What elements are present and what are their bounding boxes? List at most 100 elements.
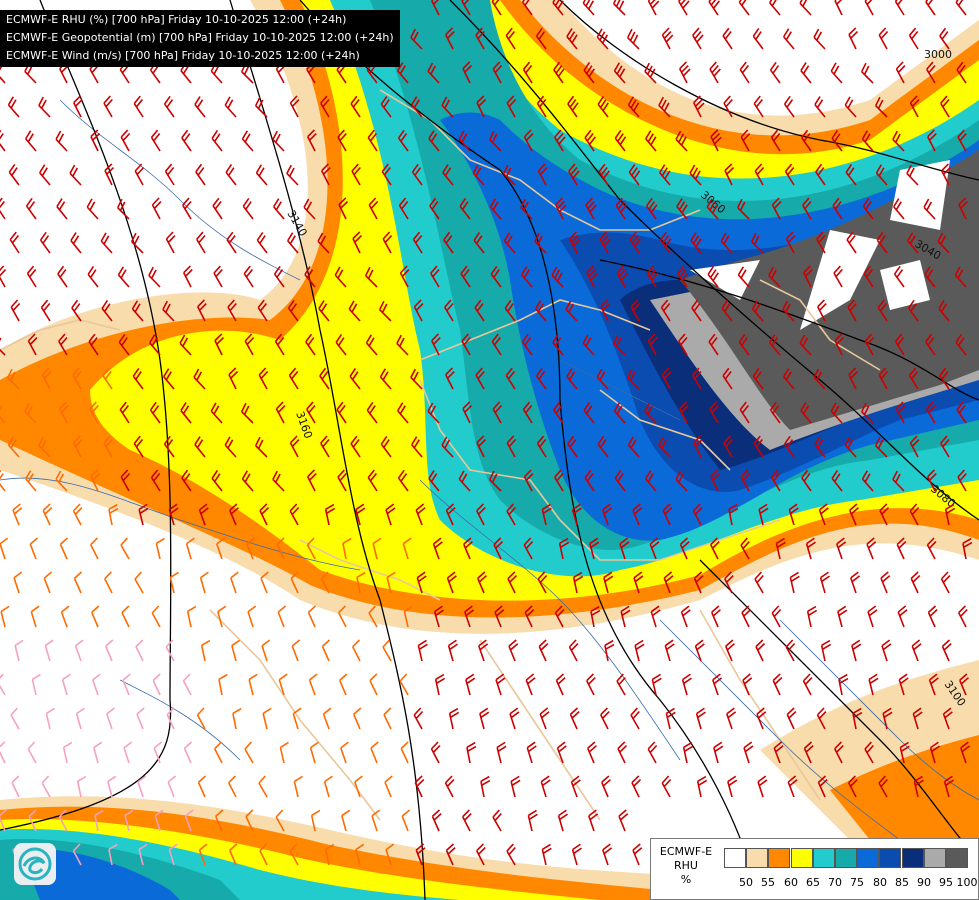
wind-barb-icon — [183, 265, 193, 288]
wind-barb-icon — [478, 639, 489, 662]
provider-logo-icon — [14, 843, 56, 885]
wind-barb-icon — [194, 96, 206, 118]
wind-barb-icon — [0, 673, 6, 696]
legend-tick: 80 — [873, 876, 887, 889]
wind-barb-icon — [881, 639, 892, 662]
wind-barb-icon — [894, 0, 905, 16]
wind-barb-icon — [508, 639, 519, 662]
wind-barb-icon — [322, 707, 332, 730]
wind-barb-icon — [509, 707, 520, 730]
wind-barb-icon — [631, 775, 642, 798]
wind-barb-icon — [107, 775, 117, 798]
legend-tick: 65 — [806, 876, 820, 889]
wind-barb-icon — [586, 673, 596, 696]
wind-barb-icon — [539, 707, 550, 730]
legend-swatch — [901, 848, 924, 868]
wind-barb-icon — [413, 707, 424, 730]
wind-barb-icon — [75, 707, 85, 730]
title-line-wind: ECMWF-E Wind (m/s) [700 hPa] Friday 10-1… — [6, 49, 360, 62]
wind-barb-icon — [353, 707, 362, 730]
wind-barb-icon — [941, 639, 952, 662]
wind-barb-icon — [384, 775, 393, 798]
wind-barb-icon — [277, 605, 287, 628]
wind-barb-icon — [55, 130, 68, 152]
wind-barb-icon — [106, 707, 115, 730]
wind-barb-icon — [479, 707, 490, 730]
wind-barb-icon — [293, 775, 303, 798]
wind-barb-icon — [819, 571, 830, 594]
wind-barb-icon — [525, 673, 536, 696]
legend-title: ECMWF-E RHU % — [653, 845, 719, 887]
wind-barb-icon — [57, 265, 68, 288]
wind-barb-icon — [756, 707, 767, 730]
wind-barb-icon — [462, 809, 472, 832]
wind-barb-icon — [604, 639, 615, 662]
wind-barb-icon — [256, 231, 268, 254]
wind-barb-icon — [800, 62, 812, 84]
wind-barb-icon — [806, 605, 818, 628]
wind-barb-icon — [218, 673, 228, 696]
wind-barb-icon — [12, 503, 23, 526]
wind-barb-icon — [26, 265, 37, 288]
wind-barb-icon — [76, 775, 87, 798]
wind-barb-icon — [7, 96, 20, 118]
wind-barb-icon — [39, 231, 51, 254]
wind-barb-icon — [92, 673, 101, 696]
wind-barb-icon — [123, 741, 133, 764]
wind-barb-icon — [692, 27, 704, 50]
wind-barb-icon — [556, 741, 567, 764]
wind-barb-icon — [713, 741, 724, 764]
wind-barb-icon — [682, 741, 694, 764]
wind-barb-icon — [14, 639, 24, 662]
wind-barb-icon — [133, 95, 144, 118]
wind-barb-icon — [244, 741, 254, 764]
wind-barb-icon — [538, 639, 549, 662]
wind-barb-icon — [789, 571, 800, 594]
wind-barb-icon — [466, 741, 477, 764]
wind-barb-icon — [618, 809, 629, 832]
wind-barb-icon — [679, 61, 691, 84]
wind-barb-icon — [769, 61, 781, 84]
wind-barb-icon — [878, 27, 889, 50]
wind-barb-icon — [540, 775, 551, 798]
wind-barb-icon — [8, 163, 20, 186]
wind-barb-icon — [148, 266, 161, 288]
wind-barb-icon — [447, 639, 458, 662]
wind-barb-icon — [272, 130, 285, 152]
wind-barb-icon — [0, 129, 6, 152]
wind-barb-icon — [255, 164, 268, 186]
wind-barb-icon — [10, 707, 20, 730]
legend-swatch — [812, 848, 835, 868]
wind-barb-icon — [212, 197, 223, 220]
wind-barb-icon — [56, 198, 68, 220]
wind-barb-icon — [772, 673, 783, 696]
wind-barb-icon — [527, 809, 538, 832]
wind-barb-icon — [742, 673, 753, 696]
title-line-geopotential: ECMWF-E Geopotential (m) [700 hPa] Frida… — [6, 31, 394, 44]
wind-barb-icon — [164, 163, 175, 186]
wind-barb-icon — [225, 164, 237, 186]
wind-barb-icon — [60, 605, 70, 628]
wind-barb-icon — [153, 741, 163, 764]
wind-barb-icon — [694, 639, 705, 662]
weather-map: 3000 3060 3040 3140 3160 3080 3100 — [0, 0, 979, 900]
legend-tick: 90 — [917, 876, 931, 889]
wind-barb-icon — [200, 639, 211, 662]
wind-barb-icon — [213, 265, 223, 288]
wind-barb-icon — [10, 299, 21, 322]
wind-barb-icon — [555, 673, 566, 696]
wind-barb-icon — [738, 0, 750, 16]
wind-barb-icon — [323, 775, 333, 798]
wind-barb-icon — [151, 197, 162, 220]
wind-barb-icon — [74, 639, 84, 662]
wind-barb-icon — [557, 809, 568, 832]
legend-swatch — [857, 848, 880, 868]
wind-barb-icon — [254, 96, 268, 118]
wind-barb-icon — [11, 775, 20, 798]
wind-barb-icon — [169, 571, 179, 594]
wind-barb-icon — [182, 673, 192, 696]
wind-barb-icon — [726, 707, 737, 730]
wind-barb-icon — [465, 673, 476, 696]
wind-barb-icon — [647, 0, 660, 16]
wind-barb-icon — [834, 0, 845, 16]
